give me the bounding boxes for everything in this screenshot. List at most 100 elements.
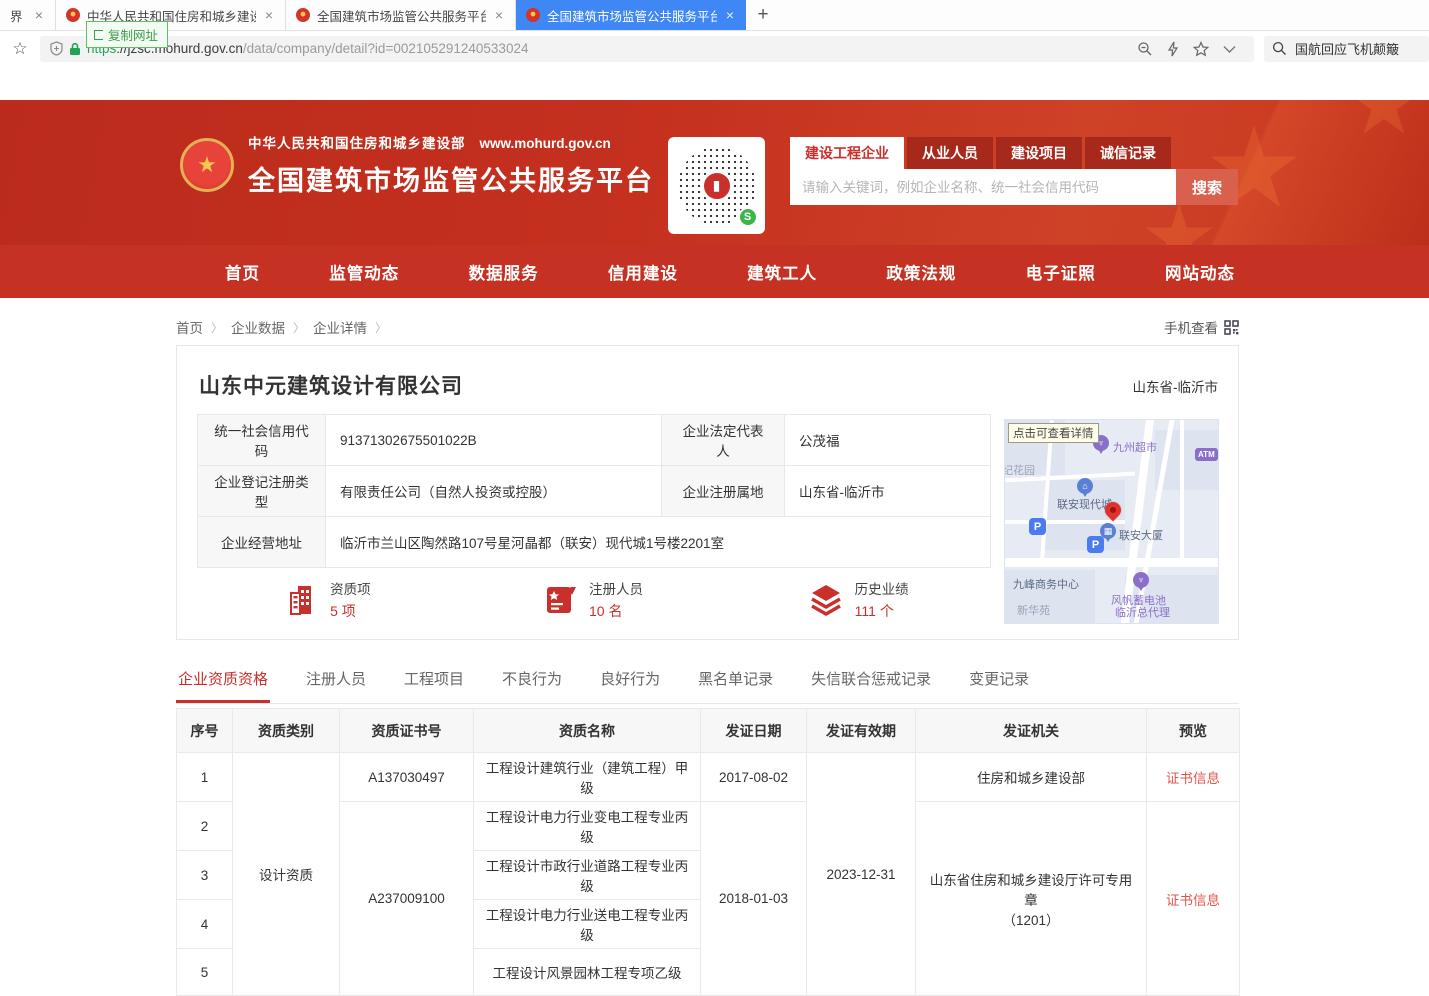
browser-tab-active[interactable]: 全国建筑市场监管公共服务平台 × bbox=[516, 0, 746, 30]
tab-blacklist[interactable]: 黑名单记录 bbox=[696, 662, 775, 702]
tab-bad-behavior[interactable]: 不良行为 bbox=[500, 662, 564, 702]
browser-tab-bar: 界 × 中华人民共和国住房和城乡建设 × 全国建筑市场监管公共服务平台 × 全国… bbox=[0, 0, 1429, 31]
platform-title: 全国建筑市场监管公共服务平台 bbox=[248, 159, 654, 198]
chevron-down-icon[interactable] bbox=[1223, 45, 1236, 53]
col-expiry: 发证有效期 bbox=[807, 709, 916, 753]
tab-close-icon[interactable]: × bbox=[493, 7, 505, 23]
shield-permissions-icon[interactable] bbox=[50, 41, 63, 56]
search-tab-enterprise[interactable]: 建设工程企业 bbox=[790, 137, 904, 169]
lightning-icon[interactable] bbox=[1167, 41, 1179, 57]
search-category-tabs: 建设工程企业 从业人员 建设项目 诚信记录 bbox=[790, 137, 1238, 169]
national-emblem-icon: ★ bbox=[180, 138, 234, 192]
authority-cell: 住房和城乡建设部 bbox=[916, 753, 1147, 802]
seq-cell: 5 bbox=[177, 949, 233, 996]
nav-item-policy[interactable]: 政策法规 bbox=[886, 260, 956, 284]
parking-icon: P bbox=[1087, 536, 1104, 553]
certificate-info-link[interactable]: 证书信息 bbox=[1166, 771, 1220, 786]
reg-place-value: 山东省-临沂市 bbox=[785, 466, 991, 517]
qr-center-logo-icon: ▮ bbox=[701, 170, 733, 202]
new-tab-button[interactable]: + bbox=[746, 0, 780, 30]
breadcrumb-company-detail[interactable]: 企业详情 bbox=[313, 317, 367, 337]
breadcrumb-separator-icon: 〉 bbox=[211, 319, 223, 336]
stat-value[interactable]: 5 项 bbox=[330, 601, 371, 621]
browser-tab-2[interactable]: 全国建筑市场监管公共服务平台 × bbox=[286, 0, 516, 30]
nav-item-site-news[interactable]: 网站动态 bbox=[1165, 260, 1235, 284]
nav-item-data-service[interactable]: 数据服务 bbox=[469, 260, 539, 284]
map-label: 新华苑 bbox=[1017, 602, 1050, 618]
bookmark-star-icon[interactable]: ☆ bbox=[0, 39, 40, 59]
battery-shop-pin-icon: ♆ bbox=[1133, 572, 1149, 588]
tab-projects[interactable]: 工程项目 bbox=[402, 662, 466, 702]
col-preview: 预览 bbox=[1147, 709, 1240, 753]
nav-item-e-license[interactable]: 电子证照 bbox=[1026, 260, 1096, 284]
tab-change-records[interactable]: 变更记录 bbox=[967, 662, 1031, 702]
certificate-icon bbox=[545, 585, 577, 615]
map-tooltip: 点击可查看详情 bbox=[1008, 423, 1099, 443]
nav-item-credit[interactable]: 信用建设 bbox=[608, 260, 678, 284]
expiry-cell: 2023-12-31 bbox=[807, 753, 916, 996]
search-tab-personnel[interactable]: 从业人员 bbox=[907, 137, 993, 169]
col-authority: 发证机关 bbox=[916, 709, 1147, 753]
nav-item-supervision[interactable]: 监管动态 bbox=[329, 260, 399, 284]
col-name: 资质名称 bbox=[474, 709, 701, 753]
category-cell: 设计资质 bbox=[233, 753, 340, 996]
keyword-search-input[interactable] bbox=[790, 169, 1176, 205]
breadcrumb-home[interactable]: 首页 bbox=[176, 317, 203, 337]
search-icon bbox=[1272, 41, 1287, 56]
map-label: 联安大厦 bbox=[1119, 527, 1163, 543]
stat-value[interactable]: 10 名 bbox=[589, 601, 643, 621]
seq-cell: 4 bbox=[177, 900, 233, 949]
tab-dishonesty-records[interactable]: 失信联合惩戒记录 bbox=[809, 662, 933, 702]
issue-date-cell: 2018-01-03 bbox=[701, 802, 807, 996]
site-header: ★ 中华人民共和国住房和城乡建设部www.mohurd.gov.cn 全国建筑市… bbox=[0, 100, 1429, 245]
browser-tab-0[interactable]: 界 × bbox=[0, 0, 56, 30]
company-region: 山东省-临沂市 bbox=[1133, 376, 1219, 396]
favorite-star-icon[interactable] bbox=[1193, 41, 1209, 57]
credit-code-label: 统一社会信用代码 bbox=[198, 415, 326, 466]
tab-close-icon[interactable]: × bbox=[263, 7, 275, 23]
table-row: 企业经营地址 临沂市兰山区陶然路107号星河晶都（联安）现代城1号楼2201室 bbox=[198, 517, 991, 568]
zoom-out-icon[interactable] bbox=[1137, 41, 1153, 57]
seq-cell: 2 bbox=[177, 802, 233, 851]
detail-section-tabs: 企业资质资格 注册人员 工程项目 不良行为 良好行为 黑名单记录 失信联合惩戒记… bbox=[176, 662, 1239, 704]
stat-label: 历史业绩 bbox=[855, 578, 909, 598]
address-bar[interactable]: https://jzsc.mohurd.gov.cn/data/company/… bbox=[40, 36, 1254, 62]
mobile-view-label[interactable]: 手机查看 bbox=[1164, 317, 1218, 337]
qualification-table: 序号 资质类别 资质证书号 资质名称 发证日期 发证有效期 发证机关 预览 1 … bbox=[176, 708, 1240, 996]
address-value: 临沂市兰山区陶然路107号星河晶都（联安）现代城1号楼2201室 bbox=[326, 517, 991, 568]
search-button[interactable]: 搜索 bbox=[1176, 169, 1238, 205]
complex-pin-icon: ⌂ bbox=[1077, 478, 1093, 494]
nav-item-workers[interactable]: 建筑工人 bbox=[747, 260, 817, 284]
browser-search-box[interactable]: 国航回应飞机颠簸 bbox=[1264, 36, 1429, 62]
preview-cell: 证书信息 bbox=[1147, 753, 1240, 802]
stat-history-performance: 历史业绩 111 个 bbox=[726, 578, 991, 621]
qr-pattern: ▮ S bbox=[678, 147, 756, 225]
map-label: 九州超市 bbox=[1113, 439, 1157, 455]
stat-value[interactable]: 111 个 bbox=[855, 601, 909, 621]
nav-item-home[interactable]: 首页 bbox=[225, 260, 260, 284]
reg-type-value: 有限责任公司（自然人投资或控股） bbox=[326, 466, 662, 517]
stat-label: 注册人员 bbox=[589, 578, 643, 598]
search-tab-credit[interactable]: 诚信记录 bbox=[1085, 137, 1171, 169]
breadcrumb-company-data[interactable]: 企业数据 bbox=[231, 317, 285, 337]
qr-code-icon[interactable] bbox=[1224, 320, 1239, 335]
location-map[interactable]: 点击可查看详情 ♆ 九州超市 ATM 纪花园 ⌂ 联安现代城 ▦ 联安大厦 P … bbox=[1004, 419, 1219, 624]
table-header-row: 序号 资质类别 资质证书号 资质名称 发证日期 发证有效期 发证机关 预览 bbox=[177, 709, 1240, 753]
certificate-info-link[interactable]: 证书信息 bbox=[1166, 893, 1220, 908]
secure-lock-icon bbox=[69, 42, 81, 56]
reg-type-label: 企业登记注册类型 bbox=[198, 466, 326, 517]
address-label: 企业经营地址 bbox=[198, 517, 326, 568]
legal-rep-value: 公茂福 bbox=[785, 415, 991, 466]
tab-close-icon[interactable]: × bbox=[724, 7, 736, 23]
tab-good-behavior[interactable]: 良好行为 bbox=[598, 662, 662, 702]
legal-rep-label: 企业法定代表人 bbox=[662, 415, 785, 466]
header-search-module: 建设工程企业 从业人员 建设项目 诚信记录 搜索 bbox=[790, 137, 1238, 205]
tab-registered-personnel[interactable]: 注册人员 bbox=[304, 662, 368, 702]
tab-close-icon[interactable]: × bbox=[33, 7, 45, 23]
tab-qualifications[interactable]: 企业资质资格 bbox=[176, 662, 270, 702]
map-road bbox=[1005, 558, 1219, 567]
authority-cell: 山东省住房和城乡建设厅许可专用章 （1201） bbox=[916, 802, 1147, 996]
search-tab-project[interactable]: 建设项目 bbox=[996, 137, 1082, 169]
map-label: 纪花园 bbox=[1004, 462, 1035, 478]
copy-url-tooltip: 复制网址 bbox=[86, 21, 168, 48]
